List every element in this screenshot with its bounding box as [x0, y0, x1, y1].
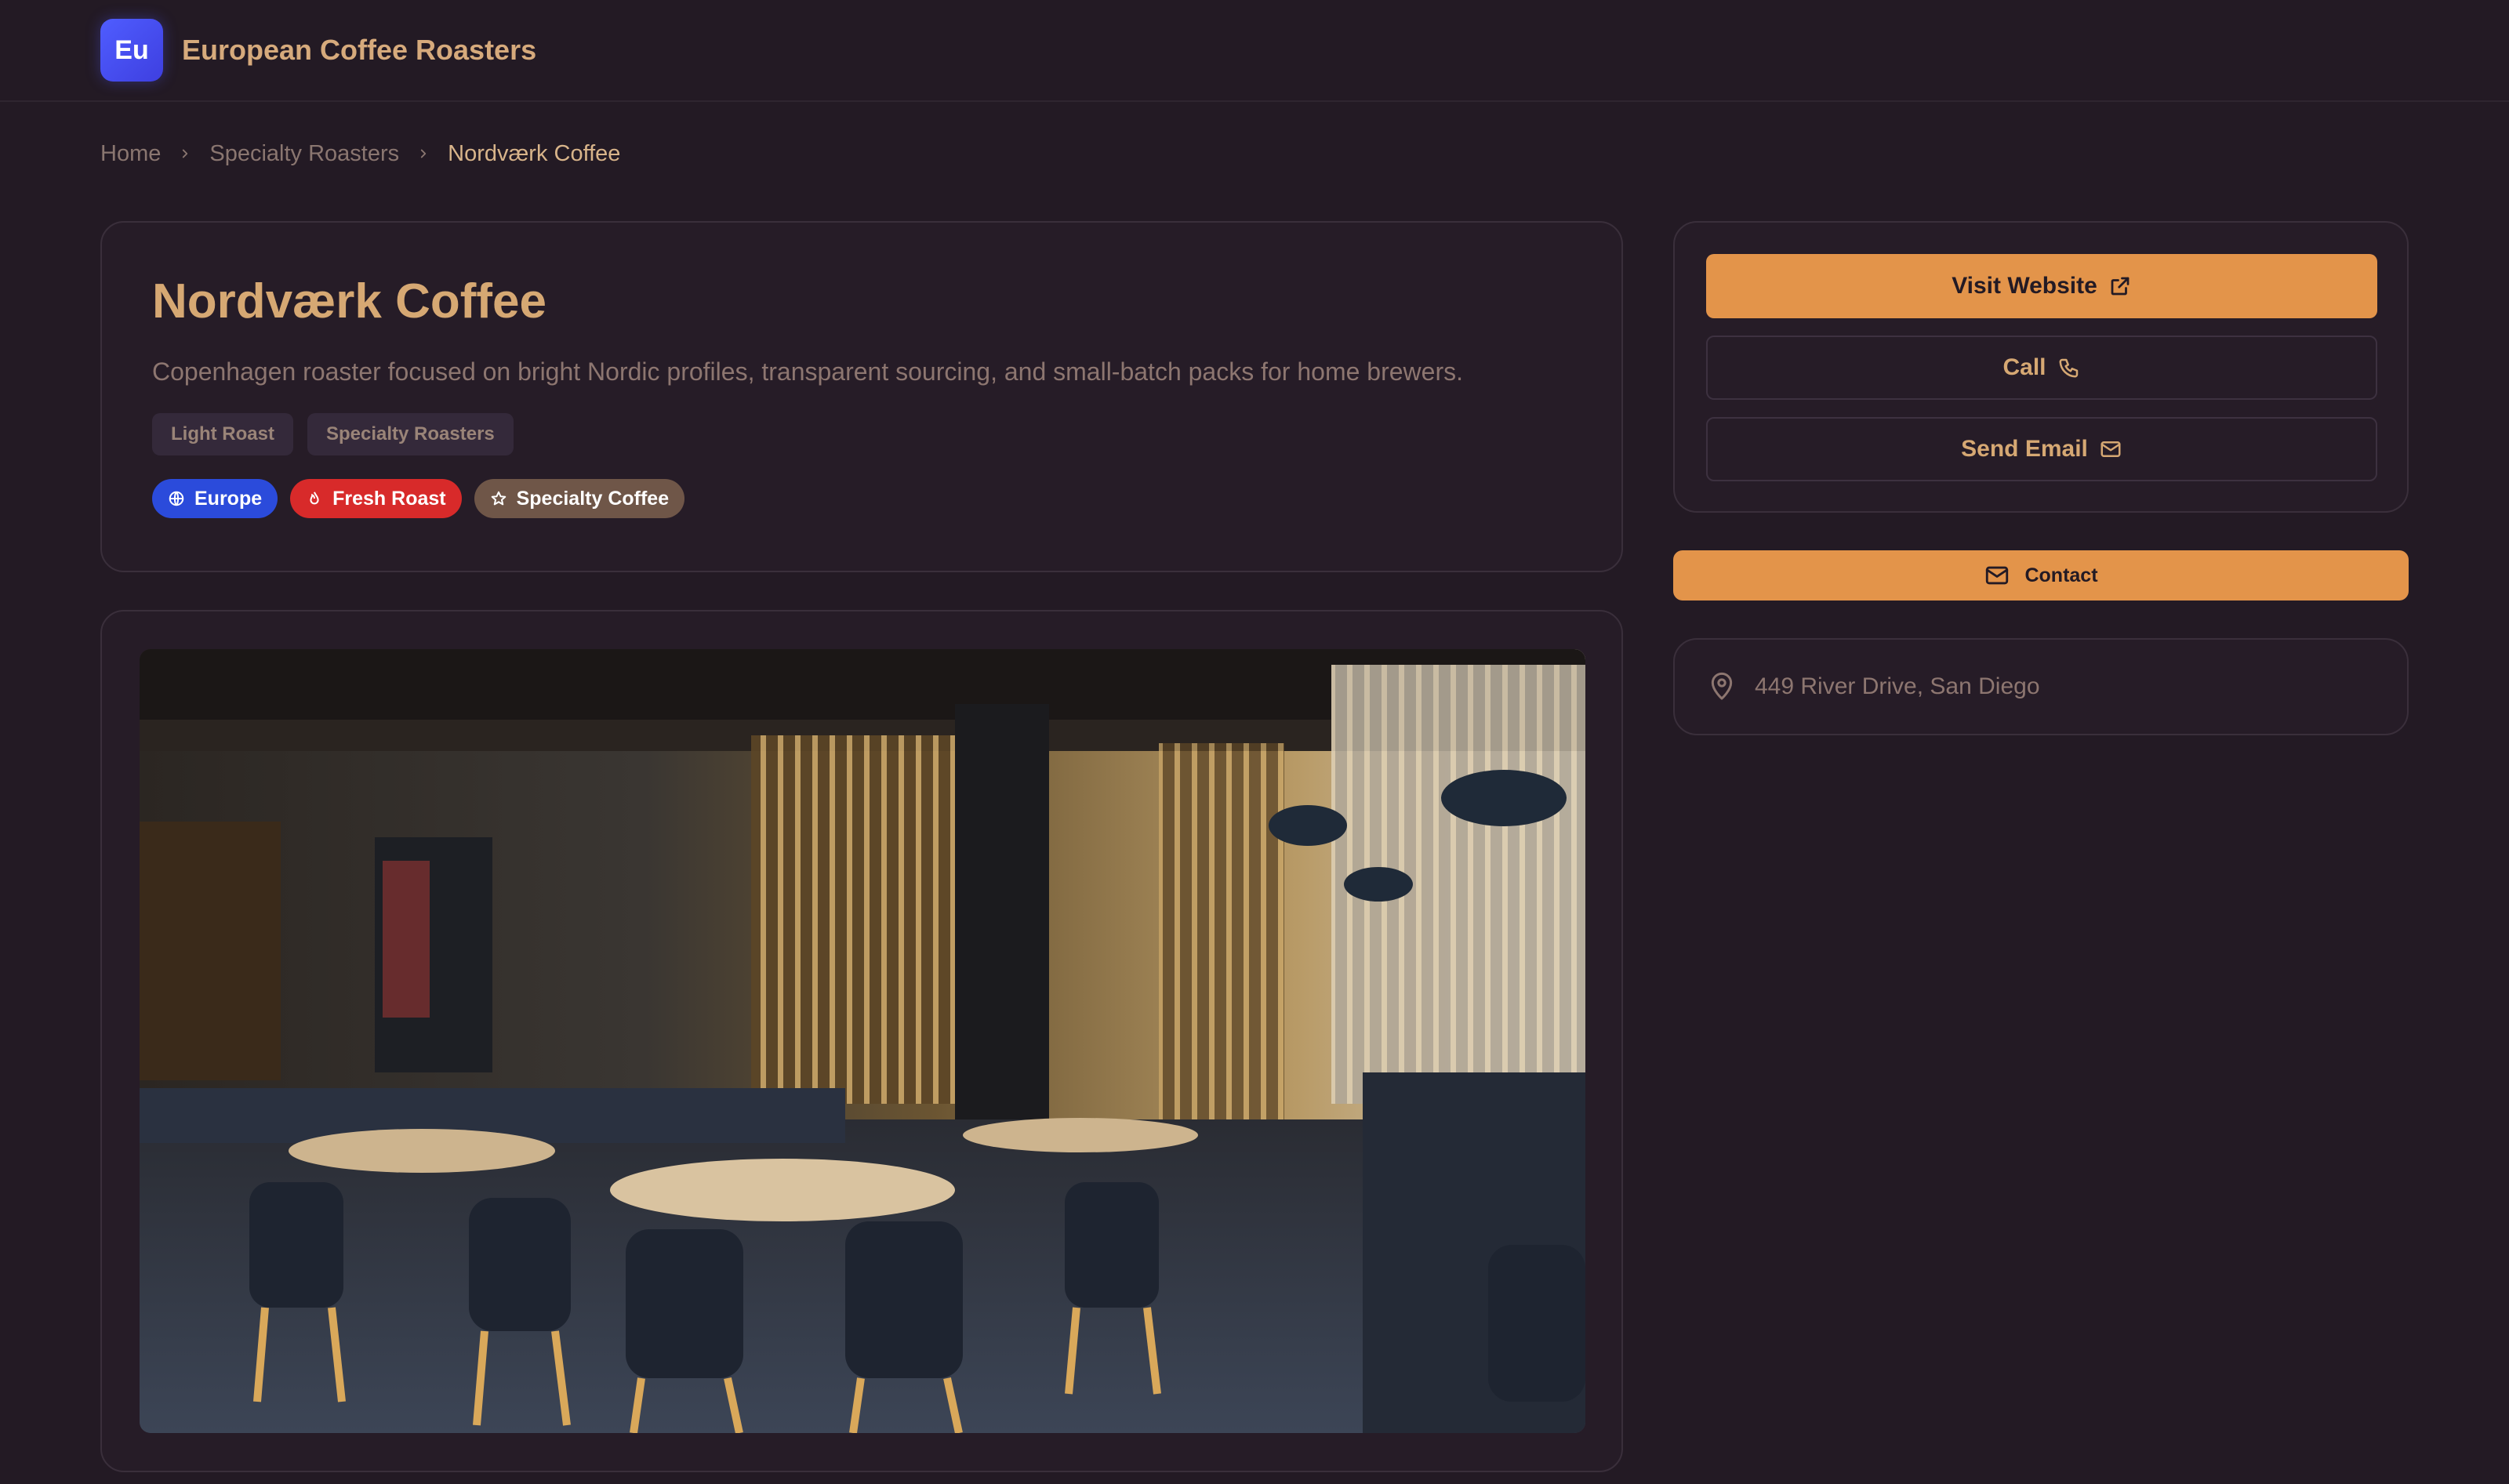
- send-email-button[interactable]: Send Email: [1706, 417, 2377, 481]
- breadcrumb-home[interactable]: Home: [100, 141, 161, 167]
- photo-card: [100, 610, 1623, 1472]
- chevron-right-icon: [178, 147, 192, 161]
- contact-label: Contact: [2024, 564, 2098, 586]
- chevron-right-icon: [416, 147, 430, 161]
- roaster-description: Copenhagen roaster focused on bright Nor…: [152, 357, 1463, 386]
- contact-button[interactable]: Contact: [1673, 550, 2409, 600]
- top-bar: Eu European Coffee Roasters: [0, 0, 2509, 102]
- cafe-interior-photo: [140, 649, 1585, 1433]
- tag-light-roast[interactable]: Light Roast: [152, 413, 293, 455]
- breadcrumb-specialty-roasters[interactable]: Specialty Roasters: [209, 141, 399, 167]
- mail-icon: [2101, 441, 2121, 457]
- visit-website-label: Visit Website: [1952, 273, 2097, 299]
- badge-label: Fresh Roast: [332, 487, 446, 510]
- breadcrumb: Home Specialty Roasters Nordværk Coffee: [100, 137, 620, 170]
- badge-europe: Europe: [152, 479, 278, 518]
- flame-icon: [310, 492, 319, 505]
- address-card: 449 River Drive, San Diego: [1673, 638, 2409, 735]
- tag-specialty-roasters[interactable]: Specialty Roasters: [307, 413, 514, 455]
- page-title: Nordværk Coffee: [152, 274, 546, 328]
- send-email-label: Send Email: [1961, 436, 2088, 462]
- external-link-icon: [2111, 277, 2130, 296]
- mail-icon: [1986, 566, 2009, 585]
- roaster-info-card: Nordværk Coffee Copenhagen roaster focus…: [100, 221, 1623, 572]
- map-pin-icon: [1711, 672, 1733, 700]
- tag-list: Light Roast Specialty Roasters: [152, 413, 1571, 455]
- star-icon: [491, 491, 506, 506]
- breadcrumb-current: Nordværk Coffee: [448, 140, 621, 166]
- badge-specialty-coffee: Specialty Coffee: [474, 479, 685, 518]
- badge-label: Specialty Coffee: [516, 487, 670, 510]
- address-text[interactable]: 449 River Drive, San Diego: [1755, 673, 2040, 700]
- app-title[interactable]: European Coffee Roasters: [182, 34, 536, 67]
- call-button[interactable]: Call: [1706, 336, 2377, 400]
- visit-website-button[interactable]: Visit Website: [1706, 254, 2377, 318]
- phone-icon: [2059, 358, 2078, 378]
- actions-card: Visit Website Call Send Email: [1673, 221, 2409, 513]
- badge-label: Europe: [194, 487, 263, 510]
- badge-fresh-roast: Fresh Roast: [290, 479, 462, 518]
- call-label: Call: [2002, 354, 2046, 380]
- badge-list: Europe Fresh Roast Specialty Coffee: [152, 479, 1571, 518]
- logo-badge[interactable]: Eu: [100, 19, 163, 82]
- globe-icon: [169, 491, 184, 506]
